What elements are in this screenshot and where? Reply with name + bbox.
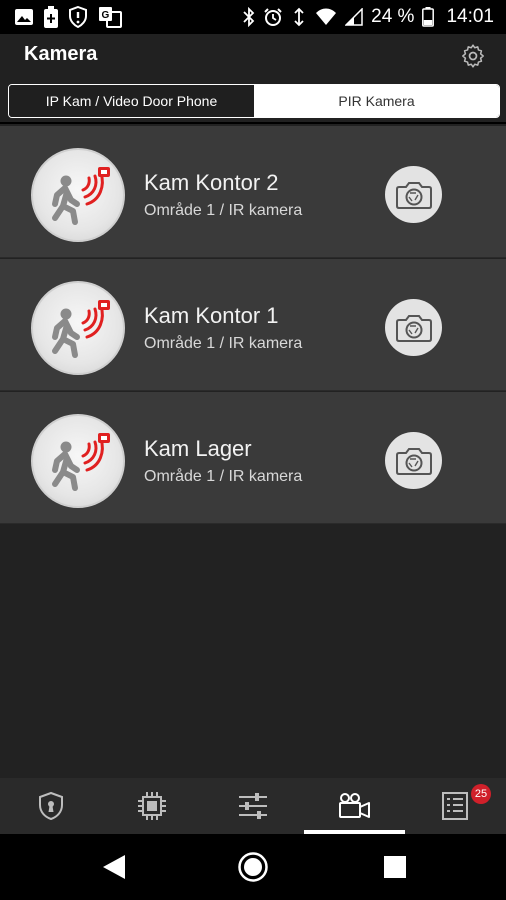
nav-settings[interactable]: [202, 778, 303, 834]
chip-icon: [137, 792, 166, 820]
page-title: Kamera: [24, 43, 98, 65]
system-nav-bar: [0, 834, 506, 900]
tab-ip-camera[interactable]: IP Kam / Video Door Phone: [9, 85, 254, 117]
bottom-nav: [0, 778, 506, 834]
wifi-icon: [316, 8, 337, 25]
status-left-icons: G: [14, 6, 122, 28]
camera-name: Kam Lager: [144, 436, 252, 461]
battery-percent: 24 %: [371, 6, 415, 27]
snapshot-button[interactable]: [385, 299, 442, 356]
image-icon: [15, 9, 33, 25]
segmented-control: IP Kam / Video Door Phone PIR Kamera: [8, 84, 500, 118]
tab-pir-camera[interactable]: PIR Kamera: [254, 85, 499, 117]
list-item[interactable]: Kam Kontor 2 Område 1 / IR kamera: [0, 126, 506, 258]
alarm-icon: [264, 8, 282, 26]
camera-subtitle: Område 1 / IR kamera: [144, 335, 303, 352]
camera-shutter-icon: [395, 447, 432, 475]
pir-motion-icon: [31, 281, 125, 375]
gear-icon[interactable]: [460, 43, 486, 69]
status-right-icons: 24 % 14:01: [243, 6, 494, 28]
status-bar: G 24 % 14:01: [0, 0, 506, 34]
app-bar: Kamera: [0, 34, 506, 78]
snapshot-button[interactable]: [385, 432, 442, 489]
nav-camera[interactable]: [303, 778, 404, 834]
pir-motion-icon: [31, 414, 125, 508]
back-icon[interactable]: [101, 853, 127, 881]
signal-icon: [345, 8, 363, 26]
vibrate-icon: [294, 7, 304, 27]
camera-subtitle: Område 1 / IR kamera: [144, 468, 303, 485]
translate-icon: G: [99, 7, 122, 28]
camera-shutter-icon: [395, 314, 432, 342]
svg-text:G: G: [102, 10, 110, 21]
battery-saver-icon: [44, 6, 58, 28]
list-icon: [441, 792, 468, 820]
nav-security[interactable]: [0, 778, 101, 834]
sliders-icon: [238, 793, 267, 819]
tab-bar: IP Kam / Video Door Phone PIR Kamera: [0, 78, 506, 122]
shield-alert-icon: [69, 6, 87, 28]
list-item[interactable]: Kam Kontor 1 Område 1 / IR kamera: [0, 259, 506, 391]
battery-icon: [422, 7, 435, 27]
nav-devices[interactable]: [101, 778, 202, 834]
camera-name: Kam Kontor 2: [144, 170, 279, 195]
home-icon[interactable]: [237, 851, 269, 883]
pir-motion-icon: [31, 148, 125, 242]
camera-subtitle: Område 1 / IR kamera: [144, 202, 303, 219]
camera-shutter-icon: [395, 181, 432, 209]
camera-list: Kam Kontor 2 Område 1 / IR kamera Kam Ko…: [0, 124, 506, 778]
recents-icon[interactable]: [384, 856, 406, 878]
nav-events[interactable]: [404, 778, 505, 834]
list-item[interactable]: Kam Lager Område 1 / IR kamera: [0, 392, 506, 524]
notification-badge: 25: [471, 784, 491, 804]
camera-name: Kam Kontor 1: [144, 303, 279, 328]
clock: 14:01: [446, 6, 494, 27]
lock-shield-icon: [38, 791, 63, 821]
snapshot-button[interactable]: [385, 166, 442, 223]
video-camera-icon: [338, 793, 370, 818]
bluetooth-icon: [243, 7, 255, 27]
